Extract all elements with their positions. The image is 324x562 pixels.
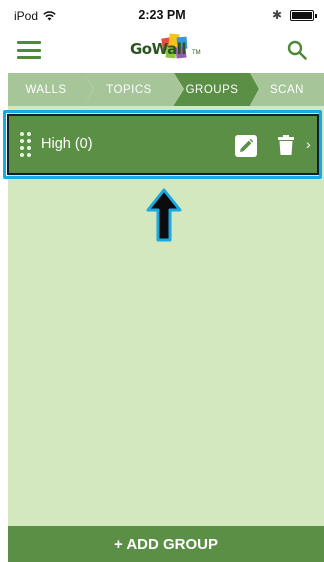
tab-groups[interactable]: GROUPS: [174, 73, 260, 106]
app-header: GoWall TM: [0, 30, 324, 70]
group-row[interactable]: High (0) ›: [9, 116, 317, 173]
gowall-logo: GoWall TM: [130, 32, 206, 66]
add-group-button[interactable]: + ADD GROUP: [8, 526, 324, 562]
nav-tabs: WALLS TOPICS GROUPS SCAN: [8, 73, 324, 106]
pointer-arrow-icon: [146, 188, 182, 242]
tab-groups-label: GROUPS: [185, 83, 239, 96]
status-right: ✱: [271, 8, 317, 22]
status-bar: iPod 2:23 PM ✱: [0, 0, 324, 30]
bluetooth-icon: ✱: [271, 8, 282, 22]
group-label: High (0): [41, 136, 93, 152]
hamburger-icon[interactable]: [17, 41, 41, 59]
tab-walls[interactable]: WALLS: [8, 73, 94, 106]
add-group-label: + ADD GROUP: [113, 535, 219, 553]
drag-handle-icon[interactable]: [20, 132, 32, 158]
tab-topics-label: TOPICS: [106, 83, 152, 96]
search-icon[interactable]: [286, 39, 308, 61]
tab-scan[interactable]: SCAN: [250, 73, 324, 106]
logo-text: GoWall: [130, 40, 187, 58]
tab-topics[interactable]: TOPICS: [84, 73, 184, 106]
chevron-right-icon[interactable]: ›: [306, 136, 311, 152]
trash-icon[interactable]: [277, 134, 295, 156]
edit-icon[interactable]: [235, 135, 257, 157]
tab-scan-label: SCAN: [270, 83, 304, 96]
logo-tm: TM: [192, 50, 201, 56]
battery-icon: [290, 9, 317, 21]
tab-walls-label: WALLS: [25, 83, 67, 96]
